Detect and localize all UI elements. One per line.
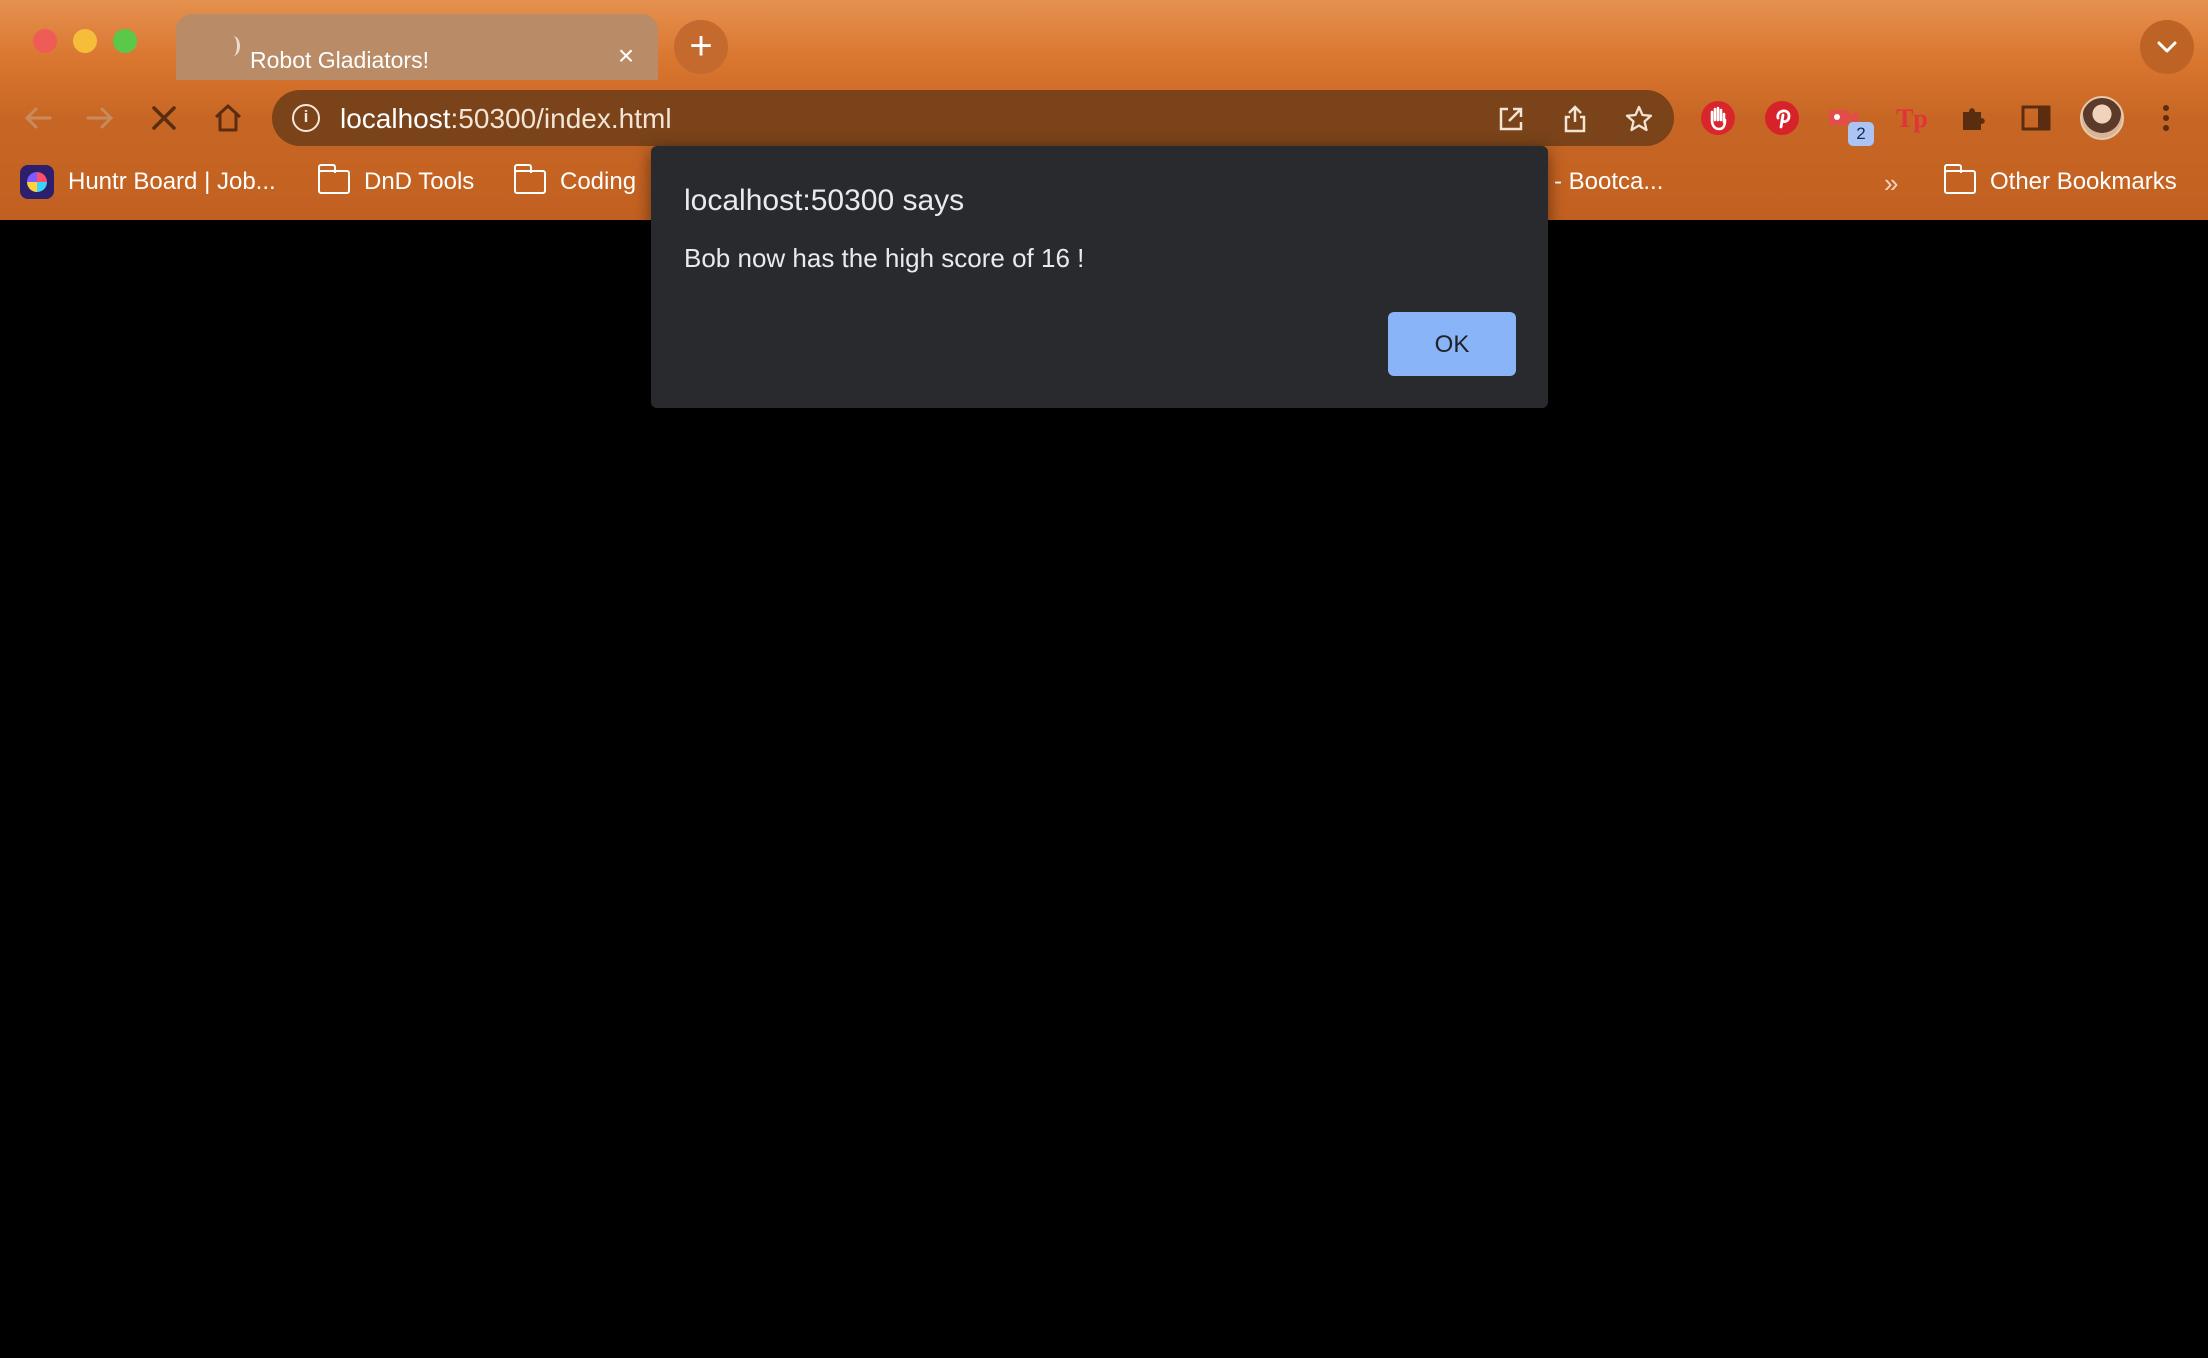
new-tab-button[interactable]: +	[674, 20, 728, 74]
bookmark-folder-coding[interactable]: Coding	[514, 164, 637, 198]
extension-badge-count: 2	[1848, 122, 1874, 146]
bookmark-label: - Bootca...	[1554, 168, 1664, 195]
more-menu-icon[interactable]	[2150, 100, 2182, 136]
extensions-puzzle-icon[interactable]	[1956, 100, 1992, 136]
close-window-button[interactable]	[33, 29, 57, 53]
folder-icon	[1944, 164, 1976, 194]
forward-icon[interactable]	[80, 98, 120, 138]
folder-icon	[514, 164, 546, 194]
minimize-window-button[interactable]	[73, 29, 97, 53]
url-host: localhost	[340, 103, 451, 134]
alert-dialog: localhost:50300 says Bob now has the hig…	[651, 146, 1548, 408]
tab-search-button[interactable]	[2140, 20, 2194, 74]
maximize-window-button[interactable]	[113, 29, 137, 53]
tp-extension-icon[interactable]: Tp	[1894, 100, 1930, 136]
open-in-new-icon[interactable]	[1496, 104, 1526, 134]
ok-button[interactable]: OK	[1388, 312, 1516, 376]
site-info-icon[interactable]: i	[292, 104, 320, 132]
bookmark-star-icon[interactable]	[1624, 104, 1654, 134]
chevron-down-icon	[2157, 41, 2177, 53]
tab-robot-gladiators[interactable]: Robot Gladiators! ×	[176, 14, 658, 80]
side-panel-icon[interactable]	[2018, 100, 2054, 136]
url-text[interactable]: localhost:50300/index.html	[340, 103, 672, 135]
svg-text:Tp: Tp	[1896, 104, 1928, 133]
pinterest-extension-icon[interactable]	[1764, 100, 1800, 136]
other-bookmarks-folder[interactable]: Other Bookmarks	[1944, 164, 2177, 198]
close-tab-icon[interactable]: ×	[612, 42, 640, 70]
home-icon[interactable]	[208, 98, 248, 138]
bookmark-label: Coding	[560, 168, 637, 195]
stop-loading-icon[interactable]	[144, 98, 184, 138]
bookmark-label: Huntr Board | Job...	[68, 168, 276, 195]
dialog-message: Bob now has the high score of 16 !	[684, 243, 1085, 273]
stop-hand-extension-icon[interactable]	[1700, 100, 1736, 136]
share-icon[interactable]	[1560, 104, 1590, 134]
tab-title: Robot Gladiators!	[250, 47, 429, 73]
back-icon[interactable]	[18, 98, 58, 138]
address-bar[interactable]: i localhost:50300/index.html	[272, 90, 1674, 146]
bookmarks-overflow-icon[interactable]: »	[1884, 168, 1898, 199]
bookmark-label: DnD Tools	[364, 168, 475, 195]
profile-avatar[interactable]	[2080, 96, 2124, 140]
huntr-icon	[20, 165, 54, 199]
bookmark-huntr[interactable]: Huntr Board | Job...	[20, 165, 276, 199]
bookmark-bootcamp[interactable]: - Bootca...	[1554, 166, 1663, 198]
loading-spinner-icon	[226, 36, 240, 56]
folder-icon	[318, 164, 350, 194]
other-bookmarks-label: Other Bookmarks	[1990, 168, 2177, 195]
dialog-title: localhost:50300 says	[684, 184, 965, 217]
url-path: :50300/index.html	[450, 103, 672, 134]
bookmark-folder-dnd-tools[interactable]: DnD Tools	[318, 164, 475, 198]
